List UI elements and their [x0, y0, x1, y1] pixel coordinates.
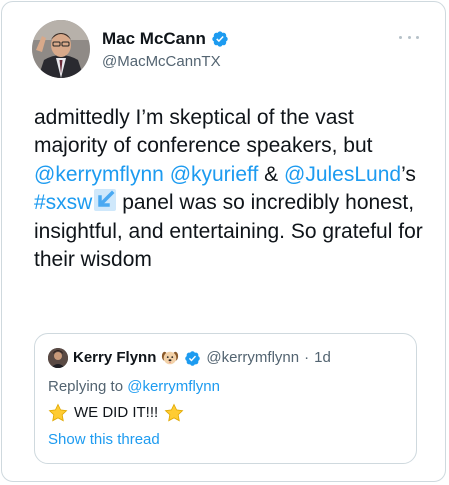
replying-to-mention[interactable]: @kerrymflynn [127, 378, 220, 395]
replying-to: Replying to @kerrymflynn [48, 378, 220, 396]
author-name-row[interactable]: Mac McCann [102, 29, 229, 49]
verified-badge-icon [211, 30, 229, 48]
mention-link[interactable]: @kerrymflynn [34, 163, 164, 186]
sxsw-arrow-icon [94, 189, 117, 212]
dog-face-icon [161, 349, 179, 367]
tweet-text-segment: admittedly I’m skeptical of the vast maj… [34, 106, 373, 158]
quoted-tweet-body: WE DID IT!!! [48, 403, 184, 423]
tweet-text: admittedly I’m skeptical of the vast maj… [34, 104, 429, 274]
avatar[interactable] [32, 20, 90, 78]
star-icon [164, 403, 184, 423]
tweet-text-segment: & [258, 162, 284, 186]
hashtag-link[interactable]: #sxsw [34, 191, 92, 214]
mention-link[interactable]: @kyurieff [170, 163, 259, 186]
author-handle[interactable]: @MacMcCannTX [102, 53, 221, 71]
more-options-icon[interactable] [399, 32, 419, 42]
quoted-avatar[interactable] [48, 348, 68, 368]
author-name[interactable]: Mac McCann [102, 29, 206, 49]
mention-link[interactable]: @JulesLund [284, 163, 401, 186]
quoted-tweet-header: Kerry Flynn @kerrymflynn · 1d [48, 348, 331, 368]
replying-to-label: Replying to [48, 378, 128, 395]
quoted-author-name[interactable]: Kerry Flynn [73, 349, 156, 367]
star-icon [48, 403, 68, 423]
tweet-text-segment: ’s [401, 162, 416, 186]
quoted-body-text: WE DID IT!!! [74, 404, 159, 421]
quoted-tweet[interactable]: Kerry Flynn @kerrymflynn · 1d Replying t… [34, 333, 417, 464]
quoted-verified-badge-icon [184, 350, 201, 367]
quoted-timestamp[interactable]: 1d [314, 349, 331, 367]
show-this-thread-link[interactable]: Show this thread [48, 431, 160, 449]
separator-dot: · [304, 349, 310, 366]
quoted-author-handle[interactable]: @kerrymflynn [206, 349, 299, 367]
tweet-card[interactable]: Mac McCann @MacMcCannTX admittedly I’m s… [1, 1, 446, 482]
